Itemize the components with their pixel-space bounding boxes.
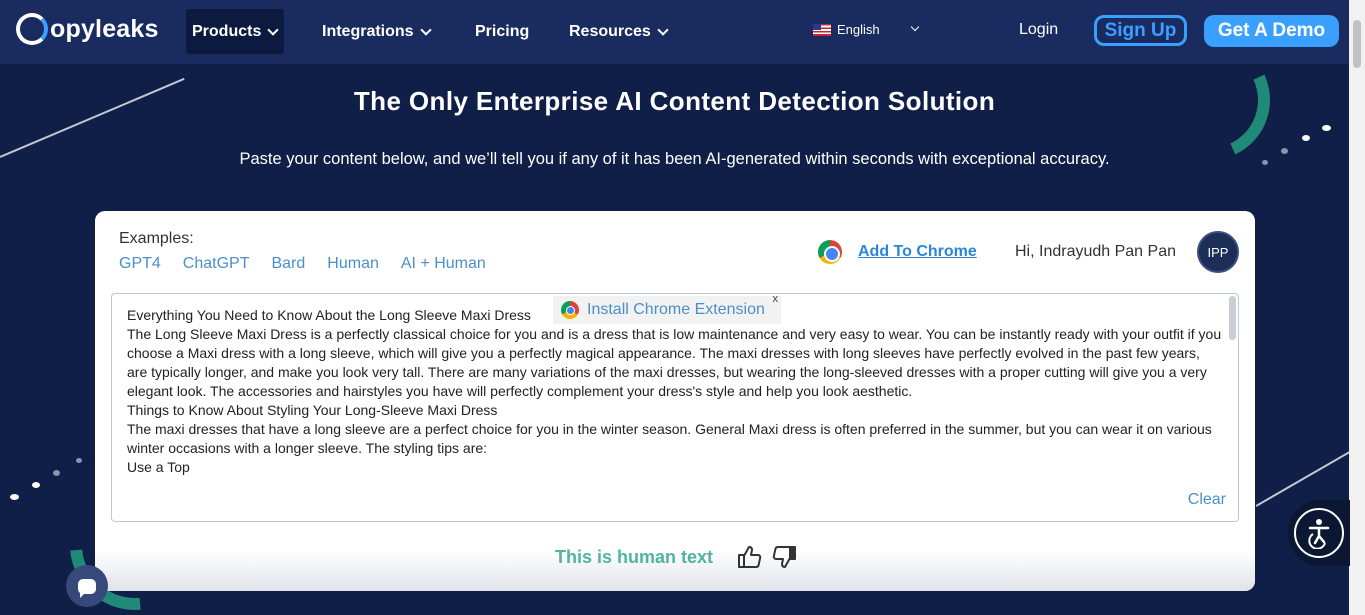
nav-products-label: Products [192,22,262,40]
nav-resources[interactable]: Resources [563,9,673,54]
decor-dot [53,470,60,476]
accessibility-icon [1294,508,1344,558]
get-demo-button[interactable]: Get A Demo [1204,15,1339,47]
thumbs-up-icon[interactable] [737,545,763,569]
install-extension-label[interactable]: Install Chrome Extension [587,301,765,319]
chevron-down-icon [419,23,432,36]
decor-dot [10,494,19,500]
copyleaks-logo[interactable]: opyleaks [16,12,159,46]
login-link[interactable]: Login [1019,21,1058,39]
decor-dot [1322,125,1331,131]
example-human[interactable]: Human [327,255,379,273]
close-icon[interactable]: x [773,293,779,305]
install-extension-popup[interactable]: Install Chrome Extension x [553,293,781,324]
us-flag-icon [813,23,831,36]
examples-label: Examples: [119,230,194,247]
text-line: The maxi dresses that have a long sleeve… [127,421,1212,456]
chevron-down-icon [657,23,669,36]
page-scrollbar[interactable] [1349,0,1365,615]
examples-list: GPT4 ChatGPT Bard Human AI + Human [119,255,486,273]
thumbs-down-icon[interactable] [771,545,797,569]
nav-pricing-label: Pricing [475,22,530,40]
user-greeting: Hi, Indrayudh Pan Pan [1015,243,1176,260]
scrollbar-thumb[interactable] [1353,20,1361,68]
content-text[interactable]: Everything You Need to Know About the Lo… [127,306,1222,481]
chevron-down-icon[interactable] [910,22,920,32]
decor-dot [1302,135,1310,141]
add-to-chrome-link[interactable]: Add To Chrome [858,243,977,261]
result-text: This is human text [555,547,714,567]
text-line: The Long Sleeve Maxi Dress is a perfectl… [127,326,1222,399]
accessibility-button[interactable] [1288,500,1350,566]
example-bard[interactable]: Bard [271,255,305,273]
detector-card: Examples: GPT4 ChatGPT Bard Human AI + H… [95,211,1255,591]
avatar[interactable]: IPP [1197,231,1239,273]
text-line: Things to Know About Styling Your Long-S… [127,402,498,418]
logo-mark-icon [16,13,48,45]
nav-integrations[interactable]: Integrations [316,9,436,54]
nav-pricing[interactable]: Pricing [469,9,535,54]
chat-widget-button[interactable] [66,565,108,607]
sign-up-button[interactable]: Sign Up [1094,15,1187,46]
language-selector[interactable]: English [813,22,880,37]
nav-resources-label: Resources [569,22,651,40]
example-chatgpt[interactable]: ChatGPT [183,255,250,273]
decor-line [1255,450,1352,507]
chrome-icon [561,301,579,319]
top-navbar: opyleaks Products Integrations Pricing R… [0,0,1349,64]
clear-button[interactable]: Clear [1188,491,1226,509]
language-label: English [837,22,880,37]
chat-icon [78,578,96,598]
content-textarea[interactable]: Everything You Need to Know About the Lo… [111,293,1239,522]
decor-dot [76,458,82,463]
nav-integrations-label: Integrations [322,22,414,40]
page-subtitle: Paste your content below, and we’ll tell… [239,150,1110,168]
textarea-scrollbar[interactable] [1229,296,1236,340]
example-gpt4[interactable]: GPT4 [119,255,161,273]
logo-text: opyleaks [50,14,159,43]
page-title: The Only Enterprise AI Content Detection… [353,86,996,116]
chrome-icon[interactable] [818,240,842,264]
text-line: Use a Top [127,459,190,475]
chevron-down-icon [267,23,280,36]
nav-products[interactable]: Products [186,9,284,54]
decor-dot [32,482,40,488]
example-ai-human[interactable]: AI + Human [401,255,486,273]
